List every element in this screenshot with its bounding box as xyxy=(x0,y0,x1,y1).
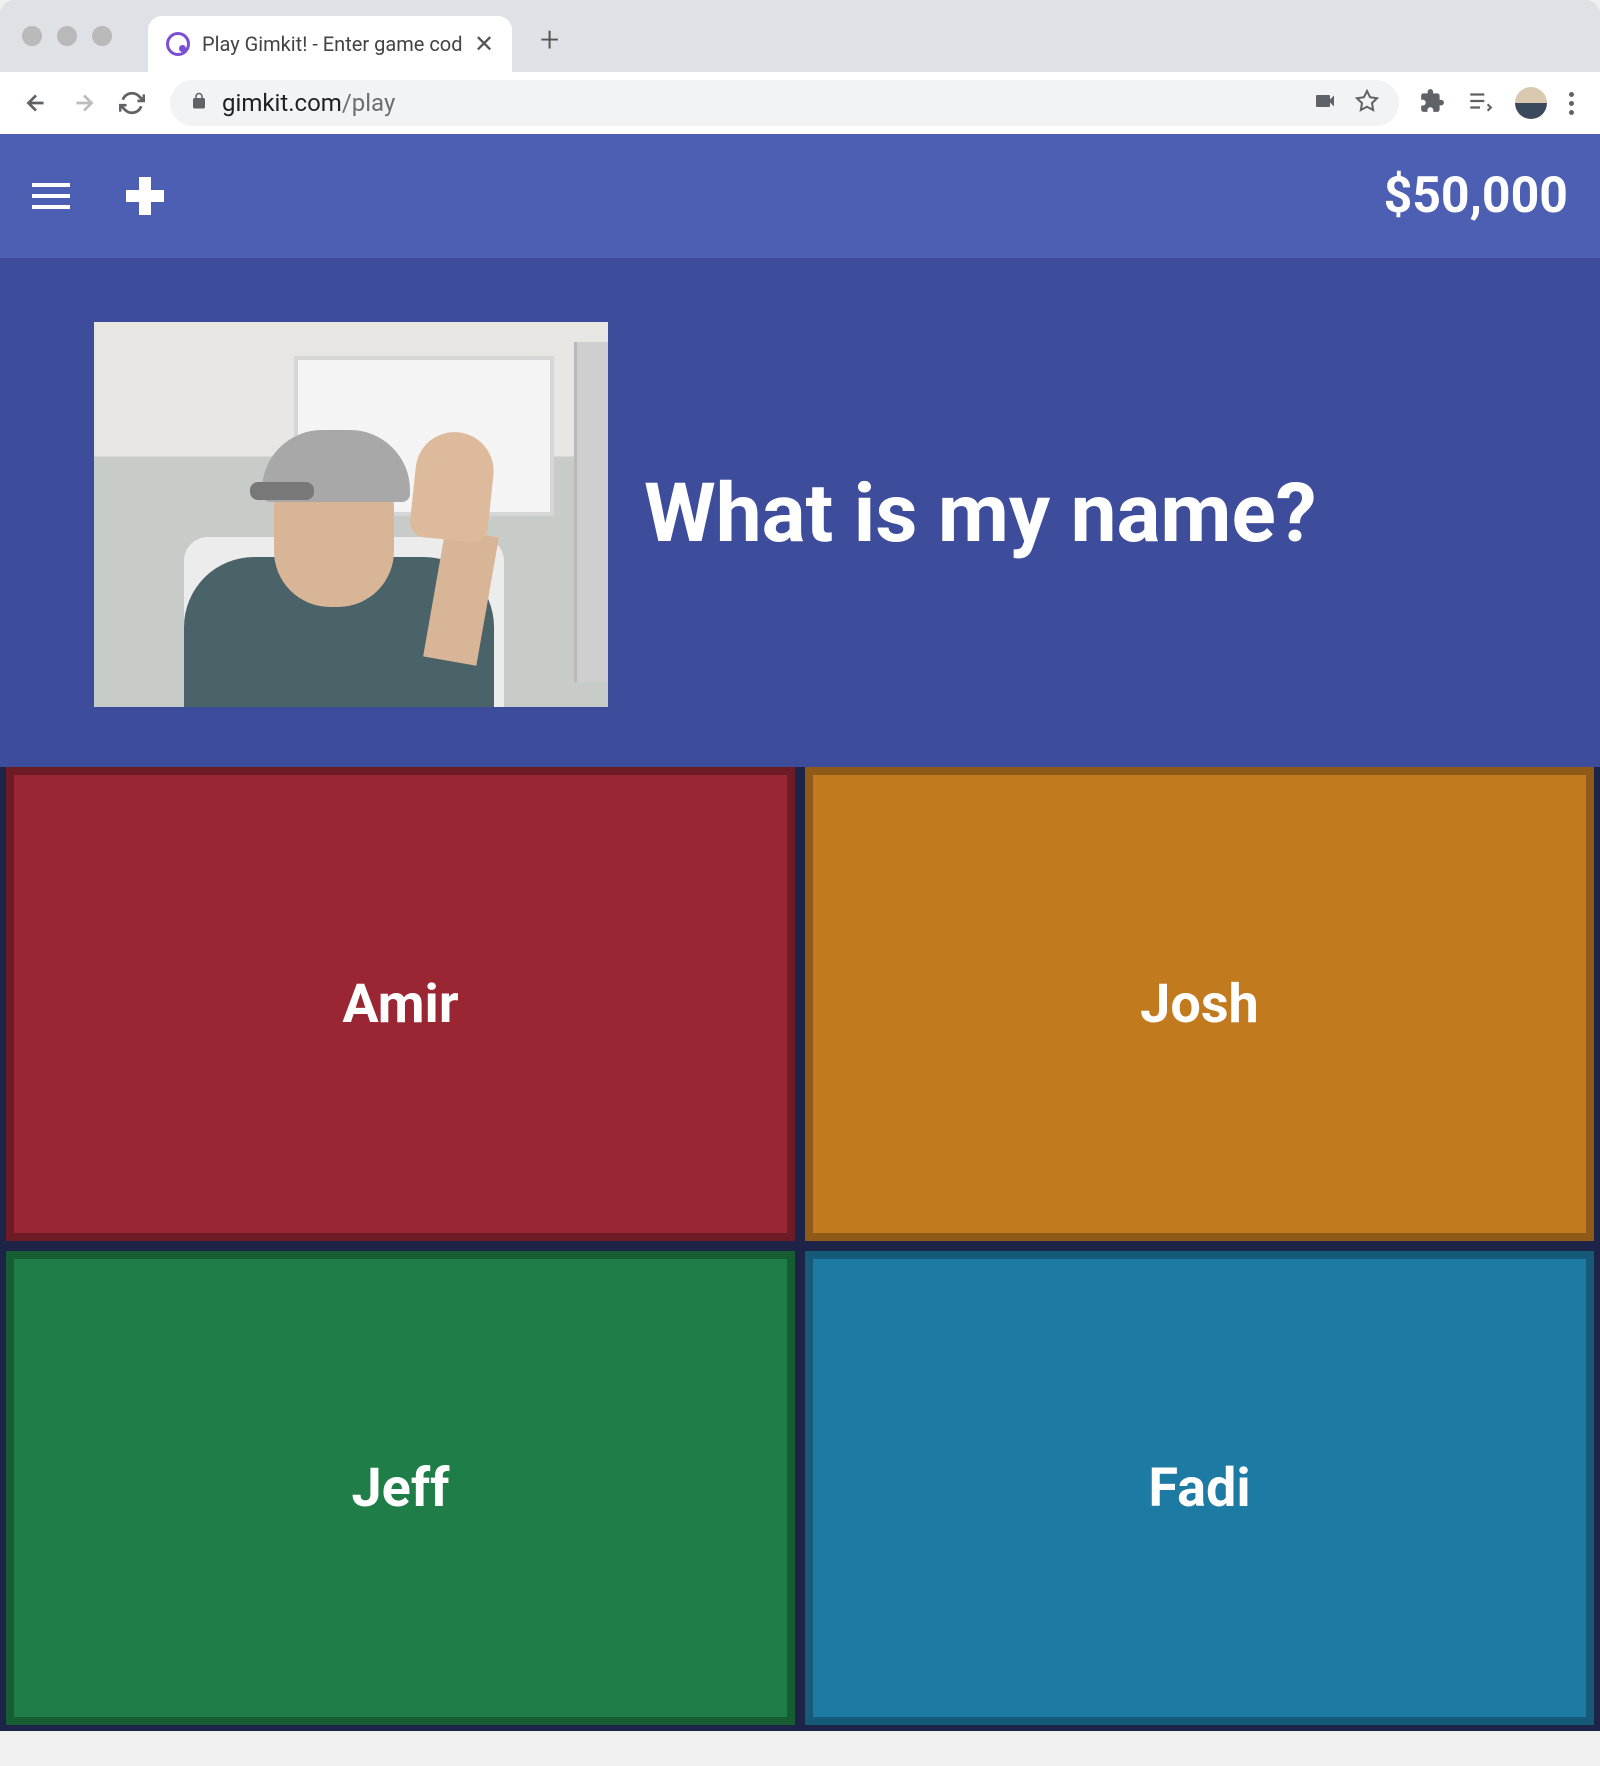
tab-title: Play Gimkit! - Enter game code xyxy=(202,32,462,56)
game-header: $50,000 xyxy=(0,134,1600,258)
question-area: What is my name? xyxy=(0,258,1600,767)
bookmark-star-icon[interactable] xyxy=(1355,89,1379,117)
answer-option-2[interactable]: Josh xyxy=(805,767,1594,1241)
question-text: What is my name? xyxy=(644,469,1317,559)
answer-option-3[interactable]: Jeff xyxy=(6,1251,795,1725)
lock-icon xyxy=(190,92,208,114)
gimkit-favicon xyxy=(166,32,190,56)
address-bar[interactable]: gimkit.com/play xyxy=(170,80,1399,126)
answer-option-4[interactable]: Fadi xyxy=(805,1251,1594,1725)
profile-avatar[interactable] xyxy=(1515,87,1547,119)
browser-toolbar: gimkit.com/play xyxy=(0,72,1600,134)
url-text: gimkit.com/play xyxy=(222,89,395,117)
question-image xyxy=(94,322,608,707)
answer-label: Jeff xyxy=(352,1457,450,1520)
toolbar-right xyxy=(1419,87,1582,119)
reading-list-icon[interactable] xyxy=(1467,88,1493,118)
minimize-window-button[interactable] xyxy=(57,26,77,46)
maximize-window-button[interactable] xyxy=(92,26,112,46)
dpad-icon[interactable] xyxy=(126,177,164,215)
url-path: /play xyxy=(342,89,395,117)
browser-tab[interactable]: Play Gimkit! - Enter game code ✕ xyxy=(148,16,512,72)
forward-button[interactable] xyxy=(66,85,102,121)
answers-grid: Amir Josh Jeff Fadi xyxy=(0,767,1600,1731)
menu-icon[interactable] xyxy=(32,183,70,209)
close-tab-icon[interactable]: ✕ xyxy=(474,30,494,58)
url-actions xyxy=(1313,89,1379,117)
back-button[interactable] xyxy=(18,85,54,121)
browser-chrome: Play Gimkit! - Enter game code ✕ + gimki… xyxy=(0,0,1600,134)
window-controls xyxy=(22,26,112,46)
answer-label: Josh xyxy=(1140,973,1259,1036)
extensions-icon[interactable] xyxy=(1419,88,1445,118)
url-domain: gimkit.com xyxy=(222,89,342,117)
browser-menu-icon[interactable] xyxy=(1569,92,1574,115)
answer-label: Amir xyxy=(342,973,458,1036)
tab-bar: Play Gimkit! - Enter game code ✕ + xyxy=(0,0,1600,72)
game-viewport: $50,000 What is my name? Amir Josh Jeff … xyxy=(0,134,1600,1731)
answer-label: Fadi xyxy=(1148,1457,1250,1520)
reload-button[interactable] xyxy=(114,85,150,121)
money-display: $50,000 xyxy=(1384,167,1568,225)
close-window-button[interactable] xyxy=(22,26,42,46)
answer-option-1[interactable]: Amir xyxy=(6,767,795,1241)
new-tab-button[interactable]: + xyxy=(540,20,559,60)
camera-icon[interactable] xyxy=(1313,89,1337,117)
